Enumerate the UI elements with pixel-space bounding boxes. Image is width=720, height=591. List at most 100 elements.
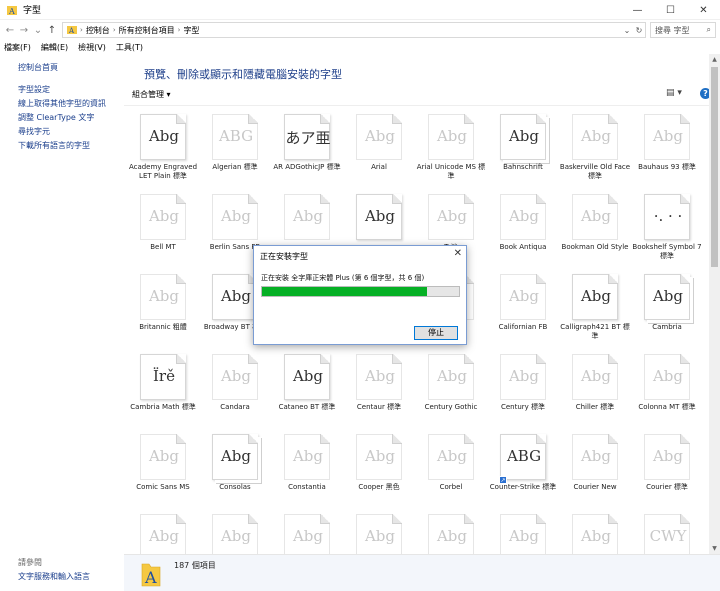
font-tile[interactable]: Abg Cambria (631, 270, 703, 348)
font-tile[interactable]: Abg Bell MT (127, 190, 199, 268)
font-tile[interactable]: あア亜 AR ADGothicJP 標準 (271, 110, 343, 188)
breadcrumb-all-items[interactable]: 所有控制台項目 (119, 25, 175, 36)
font-tile[interactable]: Abg (415, 510, 487, 554)
font-tile[interactable]: Abg Bauhaus 93 標準 (631, 110, 703, 188)
get-font-info-online-link[interactable]: 線上取得其他字型的資訊 (18, 98, 106, 109)
font-tile[interactable]: Abg Book Antiqua (487, 190, 559, 268)
font-tile[interactable]: Abg Arial (343, 110, 415, 188)
font-tile[interactable]: Abg Calligraph421 BT 標準 (559, 270, 631, 348)
font-file-icon: Abg (572, 194, 618, 240)
scroll-down-icon[interactable]: ▼ (709, 543, 720, 554)
scroll-up-icon[interactable]: ▲ (709, 54, 720, 65)
address-field[interactable]: A › 控制台 › 所有控制台項目 › 字型 ⌄ ↻ (62, 22, 646, 38)
font-name: Counter-Strike 標準 (489, 483, 557, 491)
up-button[interactable]: ↑ (45, 25, 59, 36)
forward-button[interactable]: → (17, 25, 31, 36)
minimize-button[interactable]: — (621, 0, 654, 20)
font-file-icon: Abg (500, 354, 546, 400)
address-dropdown-icon[interactable]: ⌄ (621, 26, 633, 35)
text-services-link[interactable]: 文字服務和輸入語言 (18, 571, 90, 582)
back-button[interactable]: ← (3, 25, 17, 36)
font-name: Colonna MT 標準 (638, 403, 696, 411)
font-tile[interactable]: Abg Colonna MT 標準 (631, 350, 703, 428)
breadcrumb-control-panel[interactable]: 控制台 (86, 25, 110, 36)
font-sample: Abg (652, 287, 684, 305)
font-name: Courier 標準 (646, 483, 688, 491)
dialog-close-button[interactable]: ✕ (454, 248, 462, 259)
scrollbar-thumb[interactable] (711, 67, 718, 267)
menu-edit[interactable]: 編輯(E) (41, 42, 68, 53)
font-sample: Abg (580, 207, 612, 225)
menu-view[interactable]: 檢視(V) (78, 42, 106, 53)
font-tile[interactable]: Abg Constantia (271, 430, 343, 508)
font-name: Centaur 標準 (356, 403, 402, 411)
close-button[interactable]: ✕ (687, 0, 720, 20)
font-sample: Abg (436, 447, 468, 465)
stop-button[interactable]: 停止 (414, 326, 458, 340)
font-settings-link[interactable]: 字型設定 (18, 84, 50, 95)
installing-fonts-dialog: 正在安裝字型 ✕ 正在安裝 全字庫正宋體 Plus (第 6 個字型，共 6 個… (253, 245, 467, 345)
font-tile[interactable]: Abg Comic Sans MS (127, 430, 199, 508)
font-tile[interactable]: Abg Courier 標準 (631, 430, 703, 508)
download-all-fonts-link[interactable]: 下載所有語言的字型 (18, 140, 90, 151)
font-tile[interactable]: Abg (559, 510, 631, 554)
font-name: Baskerville Old Face 標準 (559, 163, 631, 180)
font-tile[interactable]: Abg (343, 510, 415, 554)
font-file-icon: Abg (572, 354, 618, 400)
font-tile[interactable]: Abg Centaur 標準 (343, 350, 415, 428)
font-tile[interactable]: Abg Cataneo BT 標準 (271, 350, 343, 428)
font-tile[interactable]: Abg Cooper 黑色 (343, 430, 415, 508)
breadcrumb-fonts[interactable]: 字型 (183, 25, 199, 36)
font-file-icon: CWY (644, 514, 690, 554)
font-tile[interactable]: Abg (487, 510, 559, 554)
font-name: Consolas (219, 483, 251, 491)
font-tile[interactable]: Abg Academy Engraved LET Plain 標準 (127, 110, 199, 188)
font-tile[interactable]: Abg Consolas (199, 430, 271, 508)
recent-locations-button[interactable]: ⌄ (31, 25, 45, 36)
font-sample: Abg (220, 527, 252, 545)
font-sample: Abg (364, 127, 396, 145)
menu-tools[interactable]: 工具(T) (116, 42, 143, 53)
font-tile[interactable]: Abg (199, 510, 271, 554)
font-sample: Abg (220, 447, 252, 465)
font-tile[interactable]: Abg Britannic 粗體 (127, 270, 199, 348)
font-sample: Abg (364, 527, 396, 545)
font-tile[interactable]: Abg Arial Unicode MS 標準 (415, 110, 487, 188)
adjust-cleartype-link[interactable]: 調整 ClearType 文字 (18, 112, 94, 123)
refresh-icon[interactable]: ↻ (633, 26, 645, 35)
font-tile[interactable]: Abg Californian FB (487, 270, 559, 348)
font-file-icon: Abg (140, 434, 186, 480)
font-tile[interactable]: Abg (271, 510, 343, 554)
font-tile[interactable]: Abg Courier New (559, 430, 631, 508)
maximize-button[interactable]: ☐ (654, 0, 687, 20)
font-tile[interactable]: Abg Candara (199, 350, 271, 428)
control-panel-home-link[interactable]: 控制台首頁 (18, 62, 58, 73)
font-tile[interactable]: Ïrě Cambria Math 標準 (127, 350, 199, 428)
font-tile[interactable]: CWY (631, 510, 703, 554)
change-view-button[interactable]: ▤ ▾ (666, 88, 682, 98)
font-tile[interactable]: ·. · · Bookshelf Symbol 7 標準 (631, 190, 703, 268)
font-name: Bookman Old Style (561, 243, 629, 251)
font-tile[interactable]: Abg Century Gothic (415, 350, 487, 428)
font-name: Cataneo BT 標準 (278, 403, 336, 411)
vertical-scrollbar[interactable]: ▲ ▼ (709, 54, 720, 554)
font-tile[interactable]: Abg Corbel (415, 430, 487, 508)
font-tile[interactable]: Abg Baskerville Old Face 標準 (559, 110, 631, 188)
search-input[interactable]: 搜尋 字型 ⌕ (650, 22, 716, 38)
font-tile[interactable]: Abg Century 標準 (487, 350, 559, 428)
find-character-link[interactable]: 尋找字元 (18, 126, 50, 137)
font-tile[interactable]: Abg Bookman Old Style (559, 190, 631, 268)
dialog-title: 正在安裝字型 (260, 252, 308, 261)
font-tile[interactable]: ABG Algerian 標準 (199, 110, 271, 188)
font-file-icon: Abg (428, 194, 474, 240)
organize-button[interactable]: 組合管理 ▾ (132, 89, 171, 100)
font-name: Calligraph421 BT 標準 (560, 323, 630, 340)
font-sample: Abg (508, 207, 540, 225)
font-file-icon: Abg (140, 114, 186, 160)
font-tile[interactable]: Abg Chiller 標準 (559, 350, 631, 428)
font-file-icon: Abg (428, 514, 474, 554)
font-tile[interactable]: ABG ↗ Counter-Strike 標準 (487, 430, 559, 508)
font-tile[interactable]: Abg (127, 510, 199, 554)
font-tile[interactable]: Abg Bahnschrift (487, 110, 559, 188)
menu-file[interactable]: 檔案(F) (4, 42, 31, 53)
